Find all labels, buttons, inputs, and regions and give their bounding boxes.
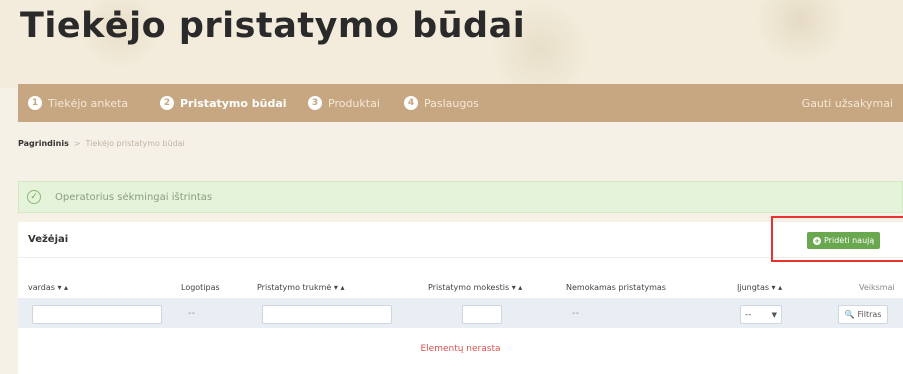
column-header-actions: Veiksmai [859,283,895,292]
enabled-filter-value: -- [745,309,752,320]
breadcrumb: Pagrindinis > Tiekėjo pristatymo būdai [18,139,185,148]
step-label: Tiekėjo anketa [48,96,129,110]
step-label: Paslaugos [424,96,479,110]
empty-state-message: Elementų nerasta [420,344,501,354]
column-header-fee[interactable]: Pristatymo mokestis ▾ ▴ [428,283,522,292]
step-number-2: 2 [160,96,174,110]
success-alert: ✓ Operatorius sėkmingai ištrintas [18,181,903,213]
breadcrumb-home[interactable]: Pagrindinis [18,139,69,148]
step-delivery-methods[interactable]: 2 Pristatymo būdai [160,84,287,122]
receive-orders-link[interactable]: Gauti užsakymai [802,84,893,122]
breadcrumb-current: Tiekėjo pristatymo būdai [85,139,185,148]
column-header-logo: Logotipas [181,283,220,292]
column-header-free-delivery: Nemokamas pristatymas [566,283,666,292]
step-services[interactable]: 4 Paslaugos [404,84,479,122]
breadcrumb-separator: > [73,139,81,148]
free-delivery-filter-placeholder: -- [572,308,580,319]
wizard-steps-bar: 1 Tiekėjo anketa 2 Pristatymo būdai 3 Pr… [18,84,903,122]
filter-button[interactable]: 🔍 Filtras [838,305,888,324]
duration-filter-input[interactable] [262,305,392,324]
step-label: Pristatymo būdai [180,96,287,110]
alert-text: Operatorius sėkmingai ištrintas [55,191,213,203]
name-filter-input[interactable] [32,305,162,324]
plus-circle-icon: + [813,236,821,245]
chevron-down-icon: ▼ [771,310,777,319]
fee-filter-input[interactable] [462,305,502,324]
carriers-panel: Vežėjai + Pridėti naują vardas ▾ ▴ Logot… [18,216,903,374]
step-supplier-profile[interactable]: 1 Tiekėjo anketa [28,84,128,122]
filter-button-label: Filtras [857,310,882,319]
column-header-name[interactable]: vardas ▾ ▴ [28,283,68,292]
add-new-button[interactable]: + Pridėti naują [807,232,881,249]
add-new-label: Pridėti naują [824,236,875,245]
step-products[interactable]: 3 Produktai [308,84,380,122]
step-number-4: 4 [404,96,418,110]
column-header-duration[interactable]: Pristatymo trukmė ▾ ▴ [257,283,344,292]
search-icon: 🔍 [844,310,855,319]
step-label: Produktai [328,96,380,110]
enabled-filter-select[interactable]: -- ▼ [740,305,782,324]
panel-title: Vežėjai [28,234,69,245]
check-circle-icon: ✓ [27,190,41,204]
column-header-enabled[interactable]: Įjungtas ▾ ▴ [737,283,782,292]
highlight-box: + Pridėti naują [771,216,903,262]
filter-row: -- -- -- ▼ 🔍 Filtras [18,298,903,328]
step-number-1: 1 [28,96,42,110]
logo-filter-placeholder: -- [188,308,196,319]
page-header-banner: Tiekėjo pristatymo būdai [0,0,903,88]
step-number-3: 3 [308,96,322,110]
page-title: Tiekėjo pristatymo būdai [20,6,526,46]
